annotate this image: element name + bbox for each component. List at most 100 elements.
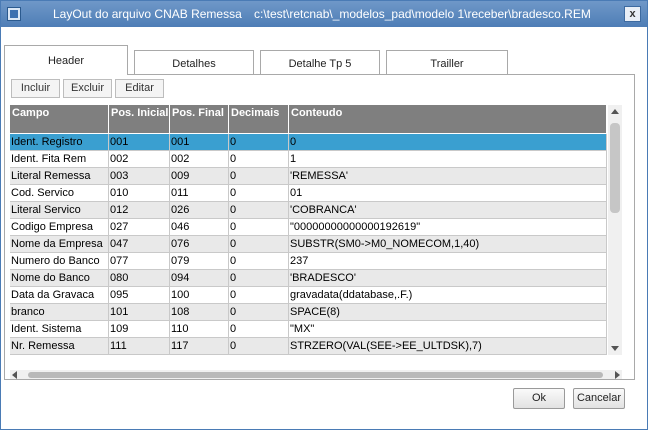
table-row[interactable]: Literal Remessa 003 009 0 'REMESSA' [10,168,607,185]
table-cell: Numero do Banco [10,253,109,269]
table-cell: Data da Gravaca [10,287,109,303]
table-cell: 012 [109,202,170,218]
table-cell: Nome do Banco [10,270,109,286]
table-cell: Literal Remessa [10,168,109,184]
table-row[interactable]: Nome da Empresa 047 076 0 SUBSTR(SM0->M0_NOM… [10,236,607,253]
scroll-thumb[interactable] [610,123,620,213]
table-cell: 0 [229,134,289,150]
table-cell: 076 [170,236,229,252]
table-row[interactable]: Nr. Remessa 111 117 0 STRZERO(VAL(SEE->EE_UL… [10,338,607,354]
table-cell: 077 [109,253,170,269]
tab-detalhe-tp5[interactable]: Detalhe Tp 5 [260,50,380,74]
scroll-right-icon[interactable] [615,371,620,379]
table-row[interactable]: Nome do Banco 080 094 0 'BRADESCO' [10,270,607,287]
table-cell: 079 [170,253,229,269]
table-cell: "00000000000000192619" [289,219,607,235]
column-header[interactable]: Pos. Final [170,105,229,133]
table-cell: 0 [229,151,289,167]
table-cell: Nome da Empresa [10,236,109,252]
table-cell: 001 [170,134,229,150]
table-cell: 100 [170,287,229,303]
table-cell: 109 [109,321,170,337]
table-cell: 027 [109,219,170,235]
table-cell: 080 [109,270,170,286]
table-row[interactable]: branco 101 108 0 SPACE(8) [10,304,607,321]
table-cell: 094 [170,270,229,286]
excluir-button[interactable]: Excluir [63,79,112,98]
table-cell: 002 [109,151,170,167]
table-cell: 046 [170,219,229,235]
close-icon[interactable]: x [624,6,641,22]
table-cell: Ident. Sistema [10,321,109,337]
tab-header[interactable]: Header [4,45,128,75]
table-cell: 001 [109,134,170,150]
table-cell: 011 [170,185,229,201]
scroll-up-icon[interactable] [611,109,619,114]
vertical-scrollbar[interactable] [608,105,622,355]
table-row[interactable]: Codigo Empresa 027 046 0 "000000000000001926… [10,219,607,236]
table-cell: 009 [170,168,229,184]
scroll-down-icon[interactable] [611,346,619,351]
table-cell: Cod. Servico [10,185,109,201]
table-cell: 110 [170,321,229,337]
table-cell: 'REMESSA' [289,168,607,184]
title-bar: LayOut do arquivo CNAB Remessa c:\test\r… [1,1,647,27]
tab-trailler[interactable]: Trailler [386,50,508,74]
table-row[interactable]: Ident. Registro 001 001 0 0 [10,134,607,151]
table-cell: 111 [109,338,170,354]
table-cell: 0 [229,219,289,235]
table-cell: 108 [170,304,229,320]
table-cell: 237 [289,253,607,269]
horizontal-scrollbar[interactable] [10,370,622,379]
table-row[interactable]: Numero do Banco 077 079 0 237 [10,253,607,270]
table-row[interactable]: Ident. Sistema 109 110 0 "MX" [10,321,607,338]
table-cell: 0 [229,236,289,252]
table-row[interactable]: Cod. Servico 010 011 0 01 [10,185,607,202]
grid-header: Campo Pos. Inicial Pos. Final Decimais Conte… [10,105,607,133]
app-icon [7,7,21,21]
table-cell: gravadata(ddatabase,.F.) [289,287,607,303]
table-cell: 010 [109,185,170,201]
table-cell: 0 [229,185,289,201]
column-header[interactable]: Pos. Inicial [109,105,170,133]
column-header[interactable]: Decimais [229,105,289,133]
table-cell: 0 [229,287,289,303]
table-cell: Codigo Empresa [10,219,109,235]
window-title: LayOut do arquivo CNAB Remessa [53,7,242,21]
ok-button[interactable]: Ok [513,388,565,409]
table-cell: STRZERO(VAL(SEE->EE_ULTDSK),7) [289,338,607,354]
table-cell: 101 [109,304,170,320]
table-row[interactable]: Data da Gravaca 095 100 0 gravadata(ddatabas… [10,287,607,304]
table-cell: 0 [229,304,289,320]
editar-button[interactable]: Editar [115,79,164,98]
scroll-left-icon[interactable] [12,371,17,379]
table-cell: 0 [229,202,289,218]
table-cell: 002 [170,151,229,167]
column-header[interactable]: Campo [10,105,109,133]
table-cell: Literal Servico [10,202,109,218]
file-path: c:\test\retcnab\_modelos_pad\modelo 1\re… [254,7,591,21]
table-cell: "MX" [289,321,607,337]
table-cell: 0 [229,168,289,184]
table-cell: SPACE(8) [289,304,607,320]
table-cell: Ident. Registro [10,134,109,150]
hscroll-thumb[interactable] [28,372,603,378]
table-cell: 0 [229,270,289,286]
table-cell: Nr. Remessa [10,338,109,354]
table-cell: 0 [289,134,607,150]
tab-detalhes[interactable]: Detalhes [134,50,254,74]
table-cell: 0 [229,338,289,354]
cancel-button[interactable]: Cancelar [573,388,625,409]
incluir-button[interactable]: Incluir [11,79,60,98]
layout-grid: Campo Pos. Inicial Pos. Final Decimais Conte… [10,105,607,355]
table-cell: 117 [170,338,229,354]
table-cell: 095 [109,287,170,303]
table-row[interactable]: Literal Servico 012 026 0 'COBRANCA' [10,202,607,219]
table-cell: 003 [109,168,170,184]
table-cell: 0 [229,253,289,269]
table-row[interactable]: Ident. Fita Rem 002 002 0 1 [10,151,607,168]
table-cell: Ident. Fita Rem [10,151,109,167]
table-cell: 047 [109,236,170,252]
table-cell: 'COBRANCA' [289,202,607,218]
column-header[interactable]: Conteudo [289,105,607,133]
